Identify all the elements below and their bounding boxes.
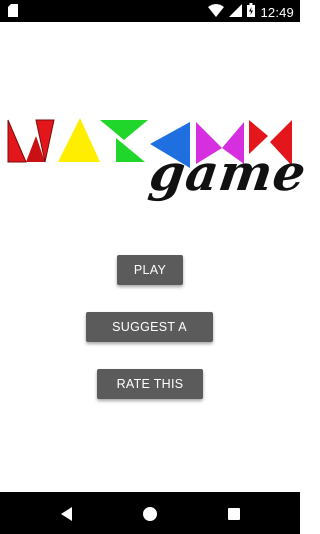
sd-card-icon xyxy=(8,4,18,22)
logo-shape-green-bottom xyxy=(116,138,145,162)
rate-game-button[interactable]: RATE THIS GAME xyxy=(97,369,203,421)
home-icon[interactable] xyxy=(141,505,159,523)
wifi-icon xyxy=(208,3,225,22)
battery-icon xyxy=(247,3,256,22)
logo-game-word: game xyxy=(145,143,311,202)
play-button[interactable]: PLAY xyxy=(117,255,183,285)
status-bar: 12:49 xyxy=(0,0,300,22)
navigation-bar xyxy=(0,492,300,534)
logo-shape-red-left xyxy=(7,119,27,163)
recents-icon[interactable] xyxy=(225,505,243,523)
status-time: 12:49 xyxy=(260,4,294,20)
back-icon[interactable] xyxy=(58,505,76,523)
cell-signal-icon xyxy=(229,3,243,22)
suggest-feature-button[interactable]: SUGGEST A FEATURE xyxy=(86,312,213,364)
logo-shape-yellow xyxy=(58,118,100,162)
logo-shape-green-top xyxy=(100,120,148,140)
